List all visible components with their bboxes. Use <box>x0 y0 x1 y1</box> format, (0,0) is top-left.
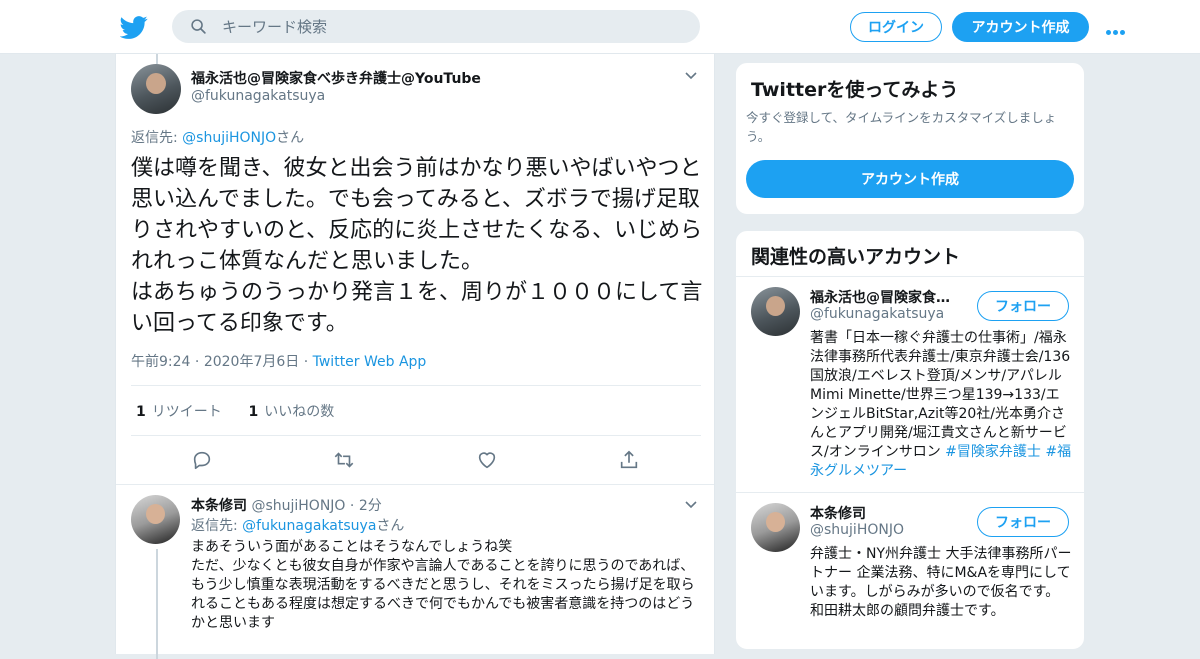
tweet-text: 僕は噂を聞き、彼女と出会う前はかなり悪いやばいやつと思い込んでました。でも会って… <box>131 156 703 336</box>
signup-card: Twitterを使ってみよう 今すぐ登録して、タイムラインをカスタマイズしましょ… <box>735 62 1085 215</box>
like-icon[interactable] <box>476 449 498 471</box>
avatar[interactable] <box>131 64 181 114</box>
related-account-bio: 弁護士・NY州弁護士 大手法律事務所パートナー 企業法務、特にM&Aを専門にして… <box>810 546 1072 619</box>
signup-card-title: Twitterを使ってみよう <box>751 79 959 101</box>
reply-to-suffix: さん <box>276 130 305 146</box>
divider <box>736 276 1084 277</box>
more-options-icon[interactable] <box>1106 20 1130 35</box>
related-accounts-title: 関連性の高いアカウント <box>751 246 961 268</box>
tweet-stats: 1 リツイート 1 いいねの数 <box>136 401 334 421</box>
reply-to-link[interactable]: @shujiHONJO <box>182 130 276 146</box>
chevron-down-icon[interactable] <box>685 72 697 80</box>
divider <box>131 435 701 436</box>
tweet-column: 福永活也@冒険家食べ歩き弁護士@YouTube @fukunagakatsuya… <box>115 54 715 659</box>
like-stat[interactable]: 1 いいねの数 <box>248 404 334 420</box>
share-icon[interactable] <box>618 449 640 471</box>
tweet-author-handle[interactable]: @fukunagakatsuya <box>191 88 325 104</box>
reply-time[interactable]: 2分 <box>359 498 382 514</box>
reply-to-link[interactable]: @fukunagakatsuya <box>242 518 376 534</box>
reply-to-prefix: 返信先: <box>191 518 243 534</box>
tweet-author-name[interactable]: 福永活也@冒険家食べ歩き弁護士@YouTube <box>191 68 481 88</box>
related-account-name[interactable]: 本条修司 <box>810 503 866 523</box>
reply-author-name[interactable]: 本条修司 <box>191 498 247 514</box>
divider <box>116 484 714 485</box>
tweet-date[interactable]: 2020年7月6日 <box>204 354 299 370</box>
retweet-icon[interactable] <box>332 449 356 471</box>
twitter-bird-icon[interactable] <box>120 13 148 41</box>
create-account-button[interactable]: アカウント作成 <box>746 160 1074 198</box>
search-icon <box>191 19 206 34</box>
reply-icon[interactable] <box>191 449 213 471</box>
chevron-down-icon[interactable] <box>685 501 697 509</box>
related-account-handle[interactable]: @fukunagakatsuya <box>810 306 944 322</box>
search-box[interactable] <box>172 10 700 43</box>
reply-to-prefix: 返信先: <box>131 130 183 146</box>
reply-to-line: 返信先: @fukunagakatsuyaさん <box>191 515 404 535</box>
reply-header: 本条修司 @shujiHONJO · 2分 <box>191 498 382 514</box>
tweet-meta: 午前9:24 · 2020年7月6日 · Twitter Web App <box>131 354 427 370</box>
search-input[interactable] <box>222 10 682 43</box>
reply-text: まあそういう面があることはそうなんでしょうね笑 ただ、少なくとも彼女自身が作家や… <box>191 539 695 631</box>
avatar[interactable] <box>131 495 180 544</box>
divider <box>131 385 701 386</box>
avatar[interactable] <box>751 503 800 552</box>
divider <box>736 492 1084 493</box>
follow-button[interactable]: フォロー <box>977 291 1069 321</box>
related-account-name[interactable]: 福永活也@冒険家食… <box>810 287 950 307</box>
login-button[interactable]: ログイン <box>850 12 942 42</box>
reply-to-suffix: さん <box>376 518 405 534</box>
avatar[interactable] <box>751 287 800 336</box>
reply-to-line: 返信先: @shujiHONJOさん <box>131 127 304 147</box>
related-account-bio: 著書「日本一稼ぐ弁護士の仕事術」/福永法律事務所代表弁護士/東京弁護士会/136… <box>810 330 1072 479</box>
related-account-handle[interactable]: @shujiHONJO <box>810 522 904 538</box>
related-accounts-card: 関連性の高いアカウント 福永活也@冒険家食… @fukunagakatsuya … <box>735 230 1085 650</box>
signup-button[interactable]: アカウント作成 <box>952 12 1089 42</box>
reply-author-handle[interactable]: @shujiHONJO <box>251 498 345 514</box>
thread-line <box>156 54 158 64</box>
retweet-stat[interactable]: 1 リツイート <box>136 404 222 420</box>
tweet-time[interactable]: 午前9:24 <box>131 354 190 370</box>
top-bar: ログイン アカウント作成 <box>0 0 1200 54</box>
follow-button[interactable]: フォロー <box>977 507 1069 537</box>
tweet-source-link[interactable]: Twitter Web App <box>313 354 427 370</box>
thread-line <box>156 549 158 659</box>
signup-card-subtitle: 今すぐ登録して、タイムラインをカスタマイズしましょう。 <box>746 110 1057 144</box>
